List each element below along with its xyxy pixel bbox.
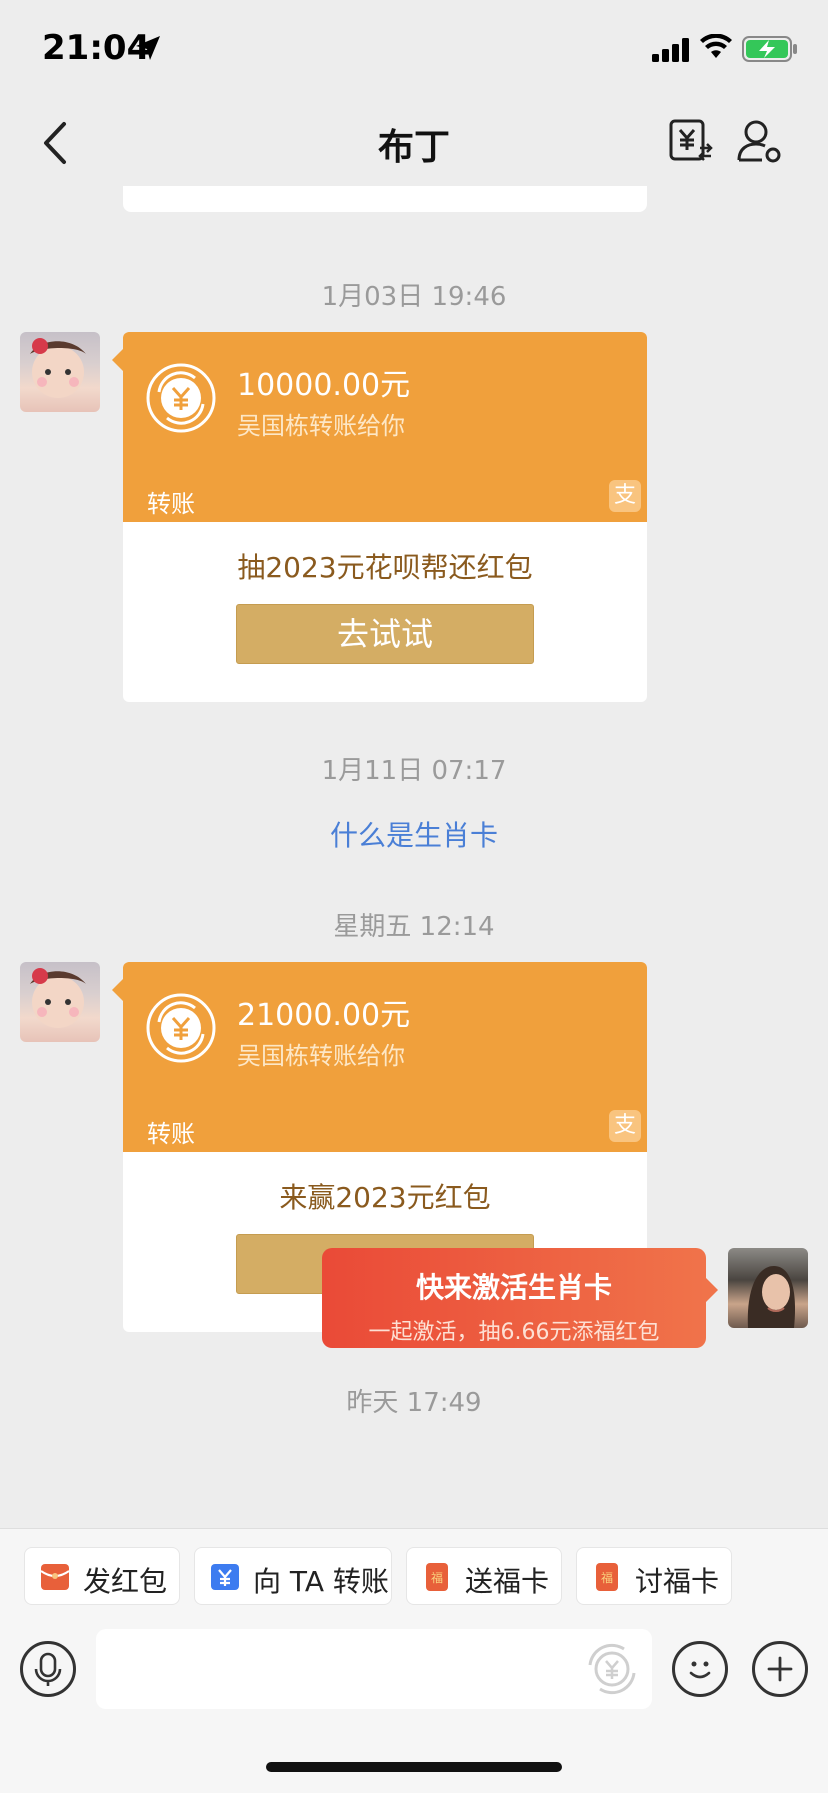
timestamp: 星期五 12:14 [333,912,495,942]
chip-label: 发红包 [83,1565,168,1598]
yuan-transfer-icon [211,1564,239,1590]
zodiac-card-link[interactable]: 什么是生肖卡 [0,814,828,854]
transfer-coin-icon [146,363,216,433]
previous-message-card[interactable] [123,186,647,212]
message-input[interactable] [96,1629,652,1709]
contact-settings-icon[interactable] [736,118,782,164]
send-fu-card-button[interactable]: 福 送福卡 [406,1547,562,1605]
transfer-amount: 10000.00元 [237,368,411,403]
transfer-amount: 21000.00元 [237,998,411,1033]
location-arrow-icon [136,36,160,60]
alipay-logo-icon: 支 [609,480,641,512]
more-button[interactable] [752,1641,808,1697]
fu-card-icon: 福 [426,1563,448,1591]
zodiac-card-title: 快来激活生肖卡 [415,1271,612,1304]
promo-text: 来赢2023元红包 [279,1181,491,1214]
plus-icon [767,1656,793,1682]
chip-label: 向 TA 转账 [253,1565,389,1598]
status-bar: 21:04 [0,0,828,96]
timestamp: 1月11日 07:17 [321,756,507,786]
zodiac-card-subtitle: 一起激活，抽6.66元添福红包 [368,1320,660,1345]
transfer-coin-icon [146,993,216,1063]
bubble-tail [706,1278,718,1302]
wifi-icon [700,34,732,58]
transfer-label: 转账 [147,490,195,518]
transfer-record-icon[interactable] [668,118,714,164]
transfer-to-ta-button[interactable]: 向 TA 转账 [194,1547,392,1605]
ask-fu-card-button[interactable]: 福 讨福卡 [576,1547,732,1605]
microphone-icon [34,1652,62,1686]
battery-charging-icon [742,36,797,62]
transfer-from: 吴国栋转账给你 [237,1042,405,1070]
cellular-signal-icon [652,38,689,62]
child-photo-icon [30,968,86,1028]
transfer-card[interactable]: 10000.00元 吴国栋转账给你 转账 支 抽2023元花呗帮还红包 去试试 [123,332,647,702]
woman-photo-icon [747,1266,796,1328]
transfer-card-promo: 抽2023元花呗帮还红包 去试试 [123,522,647,702]
try-button[interactable]: 去试试 [236,604,534,664]
transfer-from: 吴国栋转账给你 [237,412,405,440]
chip-label: 送福卡 [465,1565,550,1598]
red-packet-icon [40,1564,70,1590]
my-avatar[interactable] [728,1248,808,1328]
timestamp: 1月03日 19:46 [321,282,507,312]
quick-transfer-icon[interactable] [584,1641,640,1697]
home-indicator[interactable] [266,1762,562,1772]
promo-text: 抽2023元花呗帮还红包 [237,551,533,584]
svg-text:福: 福 [601,1570,613,1585]
input-panel: 发红包 向 TA 转账 福 送福卡 福 讨福卡 [0,1528,828,1793]
child-photo-icon [30,338,86,398]
smiley-icon [689,1661,711,1679]
emoji-button[interactable] [672,1641,728,1697]
alipay-logo-icon: 支 [609,1110,641,1142]
svg-text:福: 福 [431,1570,443,1585]
transfer-card-header[interactable]: 10000.00元 吴国栋转账给你 转账 支 [123,332,647,522]
transfer-card-header[interactable]: 21000.00元 吴国栋转账给你 转账 支 [123,962,647,1152]
sender-avatar[interactable] [20,332,100,412]
timestamp: 昨天 17:49 [346,1388,482,1418]
voice-input-button[interactable] [20,1641,76,1697]
transfer-label: 转账 [147,1120,195,1148]
send-red-packet-button[interactable]: 发红包 [24,1547,180,1605]
zodiac-card-message[interactable]: 快来激活生肖卡 一起激活，抽6.66元添福红包 [322,1248,706,1348]
fu-card-icon: 福 [596,1563,618,1591]
sender-avatar[interactable] [20,962,100,1042]
chip-label: 讨福卡 [635,1565,720,1598]
